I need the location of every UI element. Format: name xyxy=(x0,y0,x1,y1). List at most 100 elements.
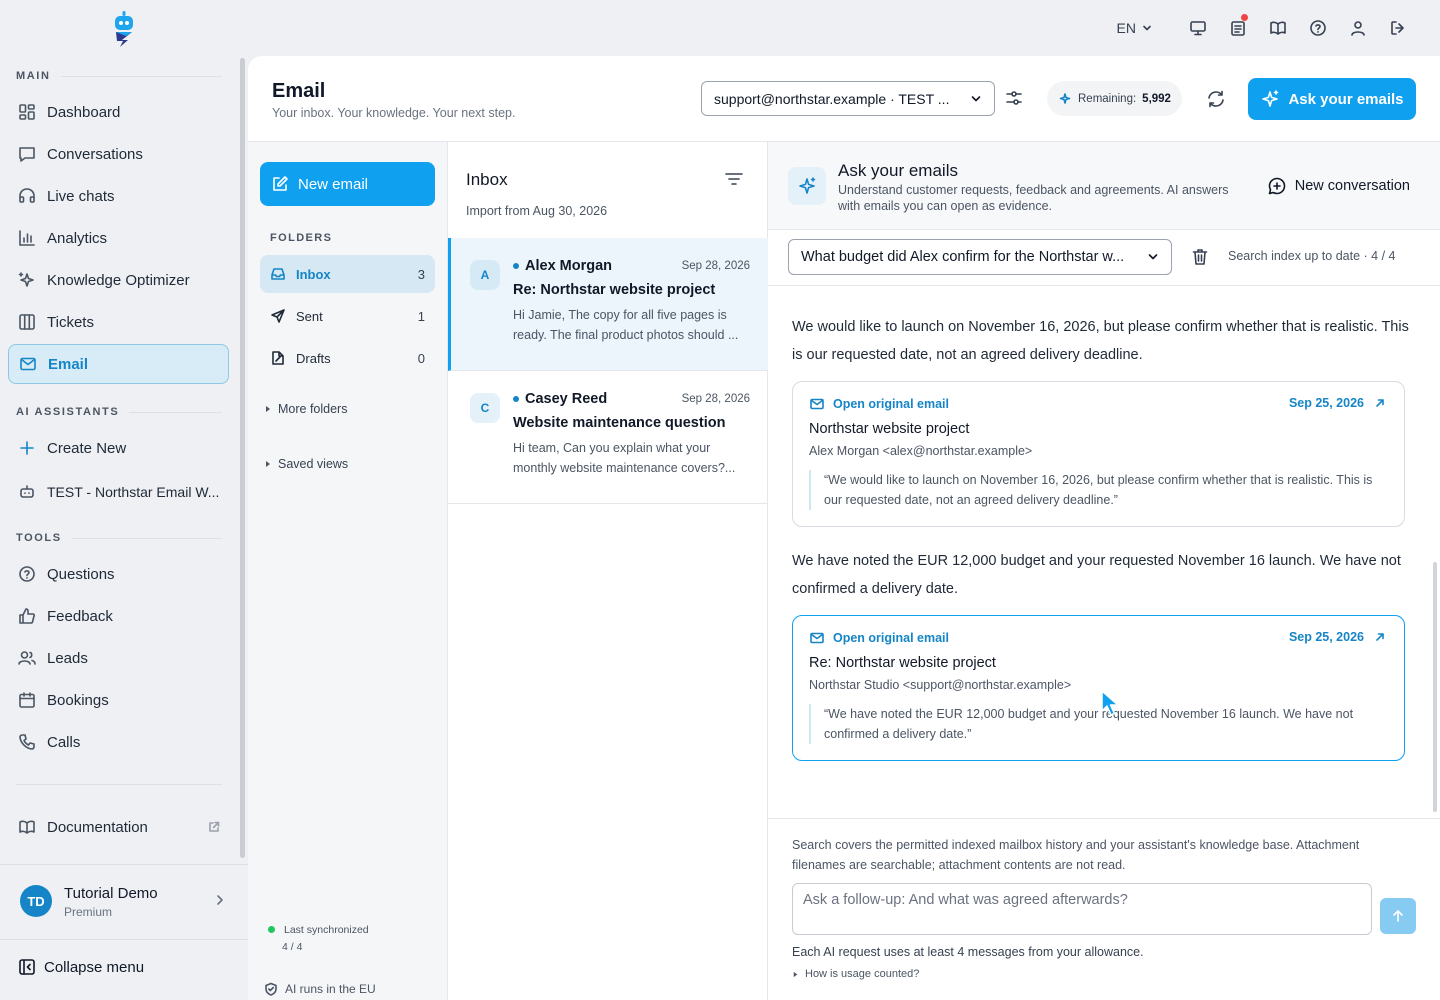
open-original-link[interactable]: Open original email xyxy=(809,630,949,646)
sparkles-icon xyxy=(18,272,34,287)
sync-status-dot xyxy=(268,926,275,933)
allowance-note: Each AI request uses at least 4 messages… xyxy=(792,945,1144,959)
bot-icon xyxy=(20,485,34,498)
sidebar-item-analytics[interactable]: Analytics xyxy=(8,218,229,258)
caret-right-icon xyxy=(793,971,798,977)
sidebar-item-feedback[interactable]: Feedback xyxy=(8,596,229,636)
section-ai-assistants: AI ASSISTANTS xyxy=(16,406,222,418)
question-divider xyxy=(768,285,1440,286)
mail-icon xyxy=(810,632,824,644)
answer-scrollbar[interactable] xyxy=(1433,562,1437,812)
caret-right-icon xyxy=(266,461,270,467)
ask-title: Ask your emails xyxy=(838,161,958,180)
mailbox-select[interactable]: support@northstar.example · TEST ... xyxy=(701,81,995,116)
language-select[interactable]: EN xyxy=(1117,20,1152,36)
sync-value: 4 / 4 xyxy=(282,941,303,953)
follow-up-input[interactable]: Ask a follow-up: And what was agreed aft… xyxy=(792,883,1372,935)
sidebar-item-create-new[interactable]: Create New xyxy=(8,428,229,468)
sidebar-item-knowledge-optimizer[interactable]: Knowledge Optimizer xyxy=(8,260,229,300)
source-subject: Northstar website project xyxy=(809,421,970,437)
email-list-item[interactable]: C Casey Reed Sep 28, 2026 Website mainte… xyxy=(448,371,768,504)
sidebar-item-tickets[interactable]: Tickets xyxy=(8,302,229,342)
search-scope-note: Search covers the permitted indexed mail… xyxy=(792,838,1360,872)
sidebar-item-label: Questions xyxy=(47,565,115,583)
folder-label: Inbox xyxy=(296,266,331,282)
folder-drafts[interactable]: Drafts 0 xyxy=(260,339,435,377)
eu-notice: AI runs in the EU xyxy=(264,982,376,996)
sidebar-item-label: Tickets xyxy=(47,313,94,331)
settings-sliders-button[interactable] xyxy=(1004,88,1024,108)
folder-label: Sent xyxy=(296,308,323,324)
book-open-icon xyxy=(1270,21,1286,35)
source-card[interactable]: Open original email Sep 25, 2026 Northst… xyxy=(792,381,1405,527)
sender-name: Alex Morgan xyxy=(513,258,612,274)
inbox-filter-button[interactable] xyxy=(723,168,745,190)
columns-icon xyxy=(19,314,35,330)
ask-button-label: Ask your emails xyxy=(1288,90,1404,108)
sidebar-item-dashboard[interactable]: Dashboard xyxy=(8,92,229,132)
source-sender: Northstar Studio <support@northstar.exam… xyxy=(809,678,1072,692)
send-button[interactable] xyxy=(1380,898,1416,934)
sync-label: Last synchronized xyxy=(284,924,369,936)
source-card[interactable]: Open original email Sep 25, 2026 Re: Nor… xyxy=(792,615,1405,761)
open-original-link[interactable]: Open original email xyxy=(809,396,949,412)
usage-toggle[interactable]: How is usage counted? xyxy=(792,968,919,980)
newspaper-icon xyxy=(1231,21,1245,36)
folder-inbox[interactable]: Inbox 3 xyxy=(260,255,435,293)
chevron-down-icon xyxy=(1143,25,1151,31)
new-conversation-button[interactable]: New conversation xyxy=(1267,176,1410,196)
page-subtitle: Your inbox. Your knowledge. Your next st… xyxy=(272,106,516,120)
remaining-value: 5,992 xyxy=(1142,92,1171,105)
source-quote: “We would like to launch on November 16,… xyxy=(809,470,1387,510)
sidebar-item-leads[interactable]: Leads xyxy=(8,638,229,678)
sidebar-item-email[interactable]: Email xyxy=(8,344,229,384)
users-icon xyxy=(18,651,36,665)
profile-button[interactable] xyxy=(1338,14,1378,42)
sync-status: Last synchronized 4 / 4 xyxy=(268,922,369,956)
monitor-button[interactable] xyxy=(1178,14,1218,42)
calendar-icon xyxy=(19,692,35,708)
user-card[interactable]: TD Tutorial Demo Premium xyxy=(0,864,248,940)
ask-description: Understand customer requests, feedback a… xyxy=(838,183,1229,213)
sidebar-item-live-chats[interactable]: Live chats xyxy=(8,176,229,216)
collapse-menu-button[interactable]: Collapse menu xyxy=(18,958,144,976)
phone-icon xyxy=(19,734,35,750)
folder-sent[interactable]: Sent 1 xyxy=(260,297,435,335)
folder-count: 1 xyxy=(417,308,425,324)
delete-conversation-button[interactable] xyxy=(1190,247,1210,267)
sidebar-item-label: Feedback xyxy=(47,607,113,625)
app-logo[interactable] xyxy=(110,10,138,48)
eu-label: AI runs in the EU xyxy=(285,982,376,996)
sidebar-item-bookings[interactable]: Bookings xyxy=(8,680,229,720)
new-email-button[interactable]: New email xyxy=(260,162,435,206)
mail-icon xyxy=(20,357,36,371)
guide-button[interactable] xyxy=(1258,14,1298,42)
sidebar-item-questions[interactable]: Questions xyxy=(8,554,229,594)
answer-paragraph: We have noted the EUR 12,000 budget and … xyxy=(792,553,1401,597)
notifications-button[interactable] xyxy=(1218,14,1258,42)
logout-button[interactable] xyxy=(1378,14,1418,42)
remaining-label: Remaining: xyxy=(1078,92,1137,105)
sidebar-item-label: TEST - Northstar Email W... xyxy=(47,484,220,500)
shield-check-icon xyxy=(265,982,277,996)
sidebar-item-assistant[interactable]: TEST - Northstar Email W... xyxy=(8,472,229,512)
help-button[interactable] xyxy=(1298,14,1338,42)
refresh-button[interactable] xyxy=(1205,88,1227,110)
sidebar-item-calls[interactable]: Calls xyxy=(8,722,229,762)
more-folders-toggle[interactable]: More folders xyxy=(264,402,347,416)
top-bar: EN xyxy=(0,0,1440,56)
sidebar-item-documentation[interactable]: Documentation xyxy=(8,807,229,847)
email-list-item[interactable]: A Alex Morgan Sep 28, 2026 Re: Northstar… xyxy=(448,238,768,371)
help-icon xyxy=(1310,20,1326,36)
sender-avatar: C xyxy=(470,393,500,423)
question-select[interactable]: What budget did Alex confirm for the Nor… xyxy=(788,239,1172,275)
user-icon xyxy=(1351,21,1365,36)
sidebar-scrollbar[interactable] xyxy=(240,58,245,858)
saved-views-toggle[interactable]: Saved views xyxy=(264,457,348,471)
ask-emails-button[interactable]: Ask your emails xyxy=(1248,78,1416,120)
sidebar-item-conversations[interactable]: Conversations xyxy=(8,134,229,174)
email-preview: Hi team, Can you explain what your month… xyxy=(513,441,736,475)
import-range: Import from Aug 30, 2026 xyxy=(466,204,608,218)
arrow-up-icon xyxy=(1393,910,1403,922)
notification-dot xyxy=(1241,14,1248,21)
